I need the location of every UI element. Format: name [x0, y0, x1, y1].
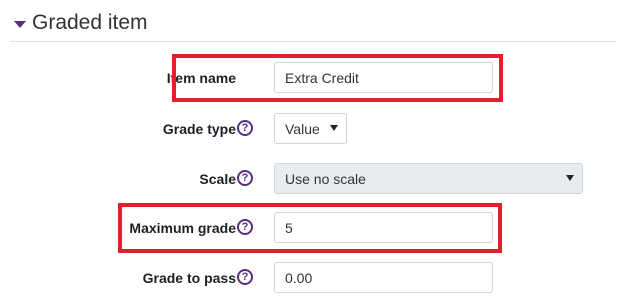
section-header[interactable]: Graded item	[10, 6, 606, 40]
help-icon[interactable]: ?	[237, 170, 253, 186]
grade-type-row: Grade type ? Value	[0, 113, 617, 145]
grade-type-value: Value	[285, 120, 320, 137]
grade-to-pass-label: Grade to pass	[142, 270, 236, 286]
grade-type-select[interactable]: Value	[274, 113, 347, 144]
item-name-highlight	[172, 54, 503, 102]
grade-to-pass-row: Grade to pass ? 0.00	[0, 262, 617, 294]
section-title: Graded item	[32, 11, 148, 34]
help-icon[interactable]: ?	[237, 120, 253, 136]
maximum-grade-highlight	[118, 203, 502, 253]
grade-type-label: Grade type	[162, 121, 236, 137]
section-divider	[10, 41, 616, 42]
caret-down-icon[interactable]	[14, 20, 26, 28]
dropdown-arrow-icon	[330, 125, 338, 131]
help-icon[interactable]: ?	[237, 269, 253, 285]
scale-row: Scale ? Use no scale	[0, 163, 617, 195]
grade-to-pass-input[interactable]: 0.00	[274, 262, 493, 293]
dropdown-arrow-icon	[566, 175, 574, 181]
scale-value: Use no scale	[285, 170, 366, 187]
scale-select[interactable]: Use no scale	[274, 163, 583, 194]
scale-label: Scale	[199, 171, 236, 187]
